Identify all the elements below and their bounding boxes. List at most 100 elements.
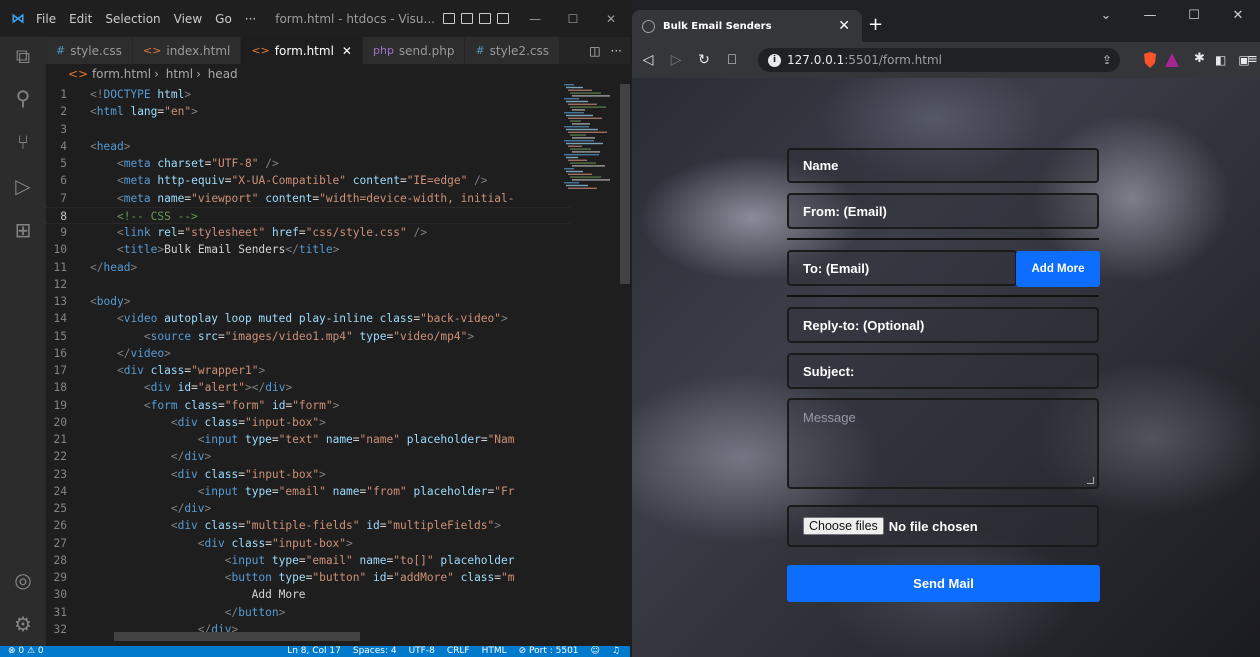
vertical-scrollbar[interactable] — [620, 84, 630, 284]
tab-form-html[interactable]: <> form.html ✕ — [241, 37, 363, 64]
tab-search-chevron-icon[interactable]: ⌄ — [1084, 8, 1128, 23]
toggle-secondary-sidebar-icon[interactable] — [478, 13, 491, 24]
brave-rewards-icon[interactable] — [1164, 51, 1180, 69]
name-input[interactable]: Name — [787, 148, 1099, 183]
horizontal-scrollbar[interactable] — [114, 632, 360, 641]
code-line[interactable]: 24 <input type="email" name="from" place… — [46, 483, 570, 500]
new-tab-button[interactable]: + — [868, 14, 883, 35]
bookmark-icon[interactable]: ⎕ — [720, 52, 744, 68]
language-mode[interactable]: HTML — [482, 646, 507, 657]
address-bar[interactable]: i 127.0.0.1:5501/form.html ⇪ — [758, 48, 1120, 72]
more-actions-icon[interactable]: ··· — [611, 44, 622, 58]
notifications-icon[interactable]: ♫ — [612, 646, 620, 657]
indentation[interactable]: Spaces: 4 — [353, 646, 397, 657]
minimize-button[interactable]: — — [1128, 8, 1172, 23]
code-line[interactable]: 29 <button type="button" id="addMore" cl… — [46, 569, 570, 586]
source-control-icon[interactable]: ⑂ — [12, 131, 34, 153]
extensions-puzzle-icon[interactable]: ✱ — [1194, 51, 1205, 66]
code-line[interactable]: 1 <!DOCTYPE html> — [46, 86, 570, 103]
forward-icon[interactable]: ▷ — [664, 52, 688, 68]
customize-layout-icon[interactable] — [496, 13, 509, 24]
code-line[interactable]: 26 <div class="multiple-fields" id="mult… — [46, 517, 570, 534]
code-line[interactable]: 5 <meta charset="UTF-8" /> — [46, 155, 570, 172]
account-icon[interactable]: ◎ — [12, 569, 34, 591]
resize-handle-icon[interactable] — [1087, 477, 1094, 484]
feedback-icon[interactable]: ☺ — [591, 646, 600, 657]
code-line[interactable]: 13 <body> — [46, 293, 570, 310]
extensions-icon[interactable]: ⊞ — [12, 219, 34, 241]
live-server-port[interactable]: ⊘ Port : 5501 — [519, 646, 579, 657]
code-line[interactable]: 11 </head> — [46, 259, 570, 276]
back-icon[interactable]: ◁ — [636, 52, 660, 68]
run-debug-icon[interactable]: ▷ — [12, 175, 34, 197]
breadcrumb-head[interactable]: head — [208, 67, 238, 81]
problems-indicator[interactable]: ⊗ 0 ⚠ 0 — [0, 646, 44, 657]
maximize-button[interactable]: ☐ — [554, 12, 592, 26]
code-line[interactable]: 2 <html lang="en"> — [46, 103, 570, 120]
code-line[interactable]: 19 <form class="form" id="form"> — [46, 397, 570, 414]
add-more-button[interactable]: Add More — [1016, 251, 1100, 287]
close-button[interactable]: ✕ — [592, 12, 630, 26]
tab-index-html[interactable]: <> index.html — [132, 37, 242, 64]
reply-to-input[interactable]: Reply-to: (Optional) — [787, 307, 1099, 343]
code-line[interactable]: 3 — [46, 121, 570, 138]
menu-more[interactable]: ··· — [245, 12, 256, 26]
code-line[interactable]: 16 </video> — [46, 345, 570, 362]
close-tab-icon[interactable]: ✕ — [342, 44, 352, 58]
tab-style-css[interactable]: # style.css — [46, 37, 133, 64]
from-email-input[interactable]: From: (Email) — [787, 193, 1099, 229]
menu-edit[interactable]: Edit — [69, 12, 92, 26]
code-line[interactable]: 21 <input type="text" name="name" placeh… — [46, 431, 570, 448]
code-line[interactable]: 7 <meta name="viewport" content="width=d… — [46, 190, 570, 207]
message-textarea[interactable]: Message — [787, 398, 1099, 489]
code-line[interactable]: 27 <div class="input-box"> — [46, 535, 570, 552]
explorer-icon[interactable]: ⧉ — [12, 45, 34, 67]
code-line[interactable]: 15 <source src="images/video1.mp4" type=… — [46, 328, 570, 345]
menu-view[interactable]: View — [174, 12, 202, 26]
close-tab-icon[interactable]: ✕ — [838, 18, 850, 34]
minimize-button[interactable]: — — [516, 12, 554, 26]
reload-icon[interactable]: ↻ — [692, 52, 716, 68]
breadcrumb-file[interactable]: form.html — [92, 67, 151, 81]
send-mail-button[interactable]: Send Mail — [787, 565, 1100, 602]
site-info-icon[interactable]: i — [768, 53, 781, 67]
code-line[interactable]: 17 <div class="wrapper1"> — [46, 362, 570, 379]
line-ending[interactable]: CRLF — [447, 646, 470, 657]
menu-go[interactable]: Go — [215, 12, 232, 26]
code-line[interactable]: 6 <meta http-equiv="X-UA-Compatible" con… — [46, 172, 570, 189]
code-line[interactable]: 30 Add More — [46, 586, 570, 603]
to-email-input[interactable]: To: (Email) — [787, 250, 1017, 286]
tab-style2-css[interactable]: # style2.css — [465, 37, 560, 64]
code-line[interactable]: 10 <title>Bulk Email Senders</title> — [46, 241, 570, 258]
share-icon[interactable]: ⇪ — [1102, 53, 1112, 67]
browser-tab[interactable]: Bulk Email Senders ✕ — [632, 10, 862, 42]
code-line[interactable]: 23 <div class="input-box"> — [46, 466, 570, 483]
code-line[interactable]: 20 <div class="input-box"> — [46, 414, 570, 431]
toggle-panel-icon[interactable] — [460, 13, 473, 24]
toggle-sidebar-icon[interactable] — [442, 13, 455, 24]
close-button[interactable]: ✕ — [1216, 8, 1260, 23]
choose-files-button[interactable]: Choose files — [803, 517, 884, 535]
code-line[interactable]: 12 — [46, 276, 570, 293]
cursor-position[interactable]: Ln 8, Col 17 — [287, 646, 341, 657]
sidebar-icon[interactable]: ◧ — [1215, 53, 1226, 67]
code-line[interactable]: 18 <div id="alert"></div> — [46, 379, 570, 396]
breadcrumb-html[interactable]: html — [166, 67, 193, 81]
menu-file[interactable]: File — [36, 12, 56, 26]
subject-input[interactable]: Subject: — [787, 353, 1099, 389]
menu-selection[interactable]: Selection — [105, 12, 160, 26]
encoding[interactable]: UTF-8 — [409, 646, 435, 657]
code-line[interactable]: 14 <video autoplay loop muted play-inlin… — [46, 310, 570, 327]
code-editor[interactable]: 1 <!DOCTYPE html> 2 <html lang="en"> 3 4 <head… — [46, 86, 570, 642]
menu-icon[interactable]: ≡ — [1247, 52, 1258, 67]
code-line[interactable]: 28 <input type="email" name="to[]" place… — [46, 552, 570, 569]
code-line[interactable]: 31 </button> — [46, 604, 570, 621]
file-upload-field[interactable]: Choose files No file chosen — [787, 505, 1099, 547]
minimap[interactable] — [560, 84, 618, 204]
code-line[interactable]: 25 </div> — [46, 500, 570, 517]
maximize-button[interactable]: ☐ — [1172, 8, 1216, 23]
code-line[interactable]: 9 <link rel="stylesheet" href="css/style… — [46, 224, 570, 241]
brave-shields-icon[interactable] — [1142, 51, 1158, 69]
tab-send-php[interactable]: php send.php — [362, 37, 466, 64]
search-icon[interactable]: ⚲ — [12, 87, 34, 109]
